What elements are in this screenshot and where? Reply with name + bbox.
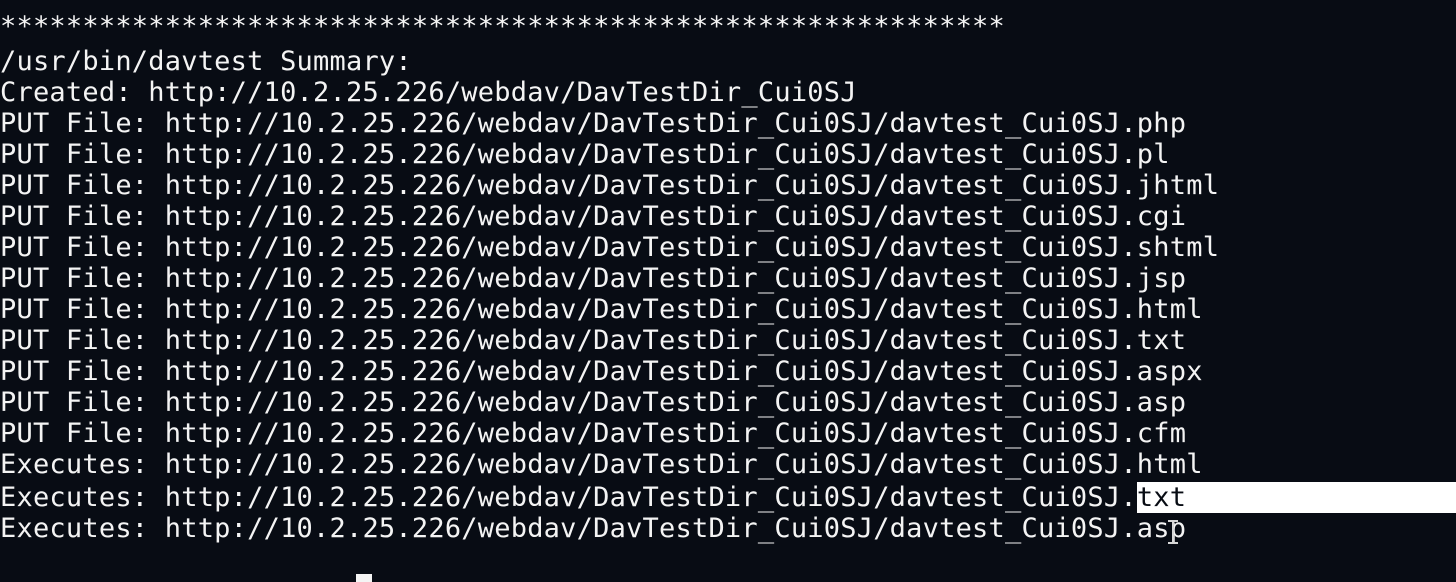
terminal-line-put-shtml: PUT File: http://10.2.25.226/webdav/DavT… — [0, 232, 1220, 263]
executes-txt-prefix: Executes: http://10.2.25.226/webdav/DavT… — [0, 482, 1137, 513]
terminal-line-put-asp: PUT File: http://10.2.25.226/webdav/DavT… — [0, 387, 1187, 418]
terminal-line-created: Created: http://10.2.25.226/webdav/DavTe… — [0, 77, 857, 108]
terminal-line-executes-html: Executes: http://10.2.25.226/webdav/DavT… — [0, 449, 1203, 480]
terminal-line-executes-txt: Executes: http://10.2.25.226/webdav/DavT… — [0, 482, 1456, 513]
terminal-line-put-jhtml: PUT File: http://10.2.25.226/webdav/DavT… — [0, 170, 1220, 201]
terminal-line-put-txt: PUT File: http://10.2.25.226/webdav/DavT… — [0, 325, 1187, 356]
terminal-line-put-jsp: PUT File: http://10.2.25.226/webdav/DavT… — [0, 263, 1187, 294]
terminal-line-put-cgi: PUT File: http://10.2.25.226/webdav/DavT… — [0, 201, 1187, 232]
terminal-line-put-cfm: PUT File: http://10.2.25.226/webdav/DavT… — [0, 418, 1187, 449]
terminal-window[interactable]: ****************************************… — [0, 0, 1456, 582]
terminal-block-cursor — [356, 574, 372, 582]
text-ibeam-cursor-icon — [1168, 520, 1178, 544]
terminal-line-put-pl: PUT File: http://10.2.25.226/webdav/DavT… — [0, 139, 1170, 170]
terminal-line-executes-asp: Executes: http://10.2.25.226/webdav/DavT… — [0, 513, 1187, 544]
terminal-line-summary-heading: /usr/bin/davtest Summary: — [0, 46, 412, 77]
terminal-line-put-php: PUT File: http://10.2.25.226/webdav/DavT… — [0, 108, 1187, 139]
terminal-line-put-html: PUT File: http://10.2.25.226/webdav/DavT… — [0, 294, 1203, 325]
text-selection[interactable]: txt — [1136, 482, 1456, 513]
terminal-line-put-aspx: PUT File: http://10.2.25.226/webdav/DavT… — [0, 356, 1203, 387]
terminal-line-separator: ****************************************… — [0, 11, 1005, 42]
